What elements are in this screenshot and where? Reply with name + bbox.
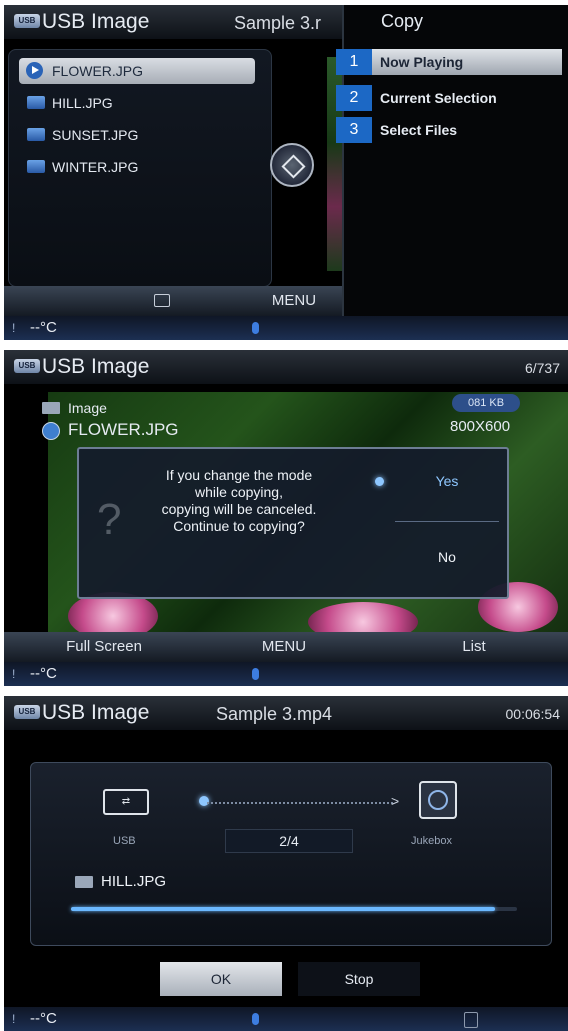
list-item[interactable]: FLOWER.JPG bbox=[19, 58, 255, 84]
copy-option-current-selection[interactable]: 2 Current Selection bbox=[336, 85, 562, 111]
tune-knob[interactable] bbox=[270, 143, 314, 187]
copy-progress-screen: USB USB Image Sample 3.mp4 00:06:54 ⇄ US… bbox=[4, 696, 568, 1031]
option-number: 3 bbox=[336, 117, 372, 143]
usb-icon: USB bbox=[14, 705, 40, 719]
title-bar: USB USB Image Sample 3.mp4 00:06:54 bbox=[4, 696, 568, 730]
usb-device-icon: ⇄ bbox=[103, 789, 149, 815]
title-bar: USB USB Image 6/737 bbox=[4, 350, 568, 384]
track-title: Sample 3.r bbox=[234, 13, 322, 33]
copy-count: 2/4 bbox=[225, 829, 353, 853]
temperature: --°C bbox=[30, 665, 57, 682]
track-title: Sample 3.mp4 bbox=[216, 704, 333, 724]
page-title: USB Image bbox=[42, 355, 150, 378]
resolution: 800X600 bbox=[450, 418, 511, 435]
disc-icon bbox=[42, 422, 60, 440]
usb-icon: USB bbox=[14, 14, 40, 28]
copy-popup: Copy 1 Now Playing 2 Current Selection 3… bbox=[336, 5, 568, 316]
alert-icon: ! bbox=[12, 667, 16, 681]
status-bar: ! --°C bbox=[4, 316, 568, 340]
status-bar: ! --°C bbox=[4, 662, 568, 686]
image-icon bbox=[27, 96, 45, 109]
temperature: --°C bbox=[30, 319, 57, 336]
folder-name: Image bbox=[68, 400, 107, 416]
source-label: USB bbox=[113, 835, 136, 847]
alert-icon: ! bbox=[12, 321, 16, 335]
option-number: 2 bbox=[336, 85, 372, 111]
jukebox-icon bbox=[419, 781, 457, 819]
copy-warning-screen: USB USB Image 6/737 Image FLOWER.JPG 081… bbox=[4, 350, 568, 686]
current-file: HILL.JPG bbox=[75, 873, 166, 890]
play-icon bbox=[26, 62, 43, 79]
list-softkey[interactable]: List bbox=[424, 638, 524, 655]
option-number: 1 bbox=[336, 49, 372, 75]
copy-menu-screen: USB USB Image Sample 3.r FLOWER.JPG HILL… bbox=[4, 5, 568, 340]
menu-softkey[interactable]: MENU bbox=[234, 638, 334, 655]
status-bar: ! --°C bbox=[4, 1007, 568, 1031]
confirm-dialog: ? If you change the mode while copying, … bbox=[77, 447, 509, 599]
folder-icon bbox=[42, 402, 60, 414]
diamond-icon bbox=[281, 154, 306, 179]
image-icon bbox=[27, 128, 45, 141]
copy-option-now-playing[interactable]: 1 Now Playing bbox=[336, 49, 562, 75]
image-icon bbox=[75, 876, 93, 888]
file-name: FLOWER.JPG bbox=[68, 420, 179, 439]
dialog-message: If you change the mode while copying, co… bbox=[161, 467, 317, 534]
play-time: 00:06:54 bbox=[505, 706, 561, 722]
list-item[interactable]: HILL.JPG bbox=[19, 90, 255, 116]
focus-indicator bbox=[375, 477, 384, 486]
temperature: --°C bbox=[30, 1010, 57, 1027]
disc-icon bbox=[428, 790, 448, 810]
copy-option-select-files[interactable]: 3 Select Files bbox=[336, 117, 562, 143]
sd-card-icon bbox=[464, 1012, 478, 1028]
option-label: Select Files bbox=[380, 122, 458, 138]
file-size-badge: 081 KB bbox=[452, 394, 520, 412]
progress-dot bbox=[199, 796, 209, 806]
no-button[interactable]: No bbox=[391, 529, 503, 585]
softkey-bar: Full Screen MENU List bbox=[4, 632, 568, 662]
page-title: USB Image bbox=[42, 10, 150, 33]
popup-title: Copy bbox=[381, 11, 424, 31]
progress-fill bbox=[71, 907, 495, 911]
progress-bar bbox=[71, 907, 517, 911]
page-title: USB Image bbox=[42, 701, 150, 724]
menu-softkey[interactable]: MENU bbox=[254, 292, 334, 309]
full-screen-softkey[interactable]: Full Screen bbox=[34, 638, 174, 655]
image-counter: 6/737 bbox=[524, 360, 560, 376]
option-label: Current Selection bbox=[380, 90, 497, 106]
bluetooth-icon bbox=[252, 668, 259, 680]
transfer-arrow bbox=[207, 802, 393, 804]
yes-button[interactable]: Yes bbox=[391, 453, 503, 509]
alert-icon: ! bbox=[12, 1012, 16, 1026]
option-label: Now Playing bbox=[380, 54, 464, 70]
list-item[interactable]: WINTER.JPG bbox=[19, 154, 255, 180]
bluetooth-icon bbox=[252, 322, 259, 334]
file-list: FLOWER.JPG HILL.JPG SUNSET.JPG WINTER.JP… bbox=[8, 49, 272, 287]
stop-button[interactable]: Stop bbox=[298, 962, 420, 996]
thumbnail-view-icon[interactable] bbox=[154, 294, 170, 307]
bluetooth-icon bbox=[252, 1013, 259, 1025]
ok-button[interactable]: OK bbox=[160, 962, 282, 996]
divider bbox=[395, 521, 499, 522]
target-label: Jukebox bbox=[411, 835, 452, 847]
copy-progress-panel: ⇄ USB > Jukebox 2/4 HILL.JPG bbox=[30, 762, 552, 946]
arrow-head-icon: > bbox=[391, 793, 400, 809]
image-icon bbox=[27, 160, 45, 173]
list-item[interactable]: SUNSET.JPG bbox=[19, 122, 255, 148]
usb-icon: USB bbox=[14, 359, 40, 373]
